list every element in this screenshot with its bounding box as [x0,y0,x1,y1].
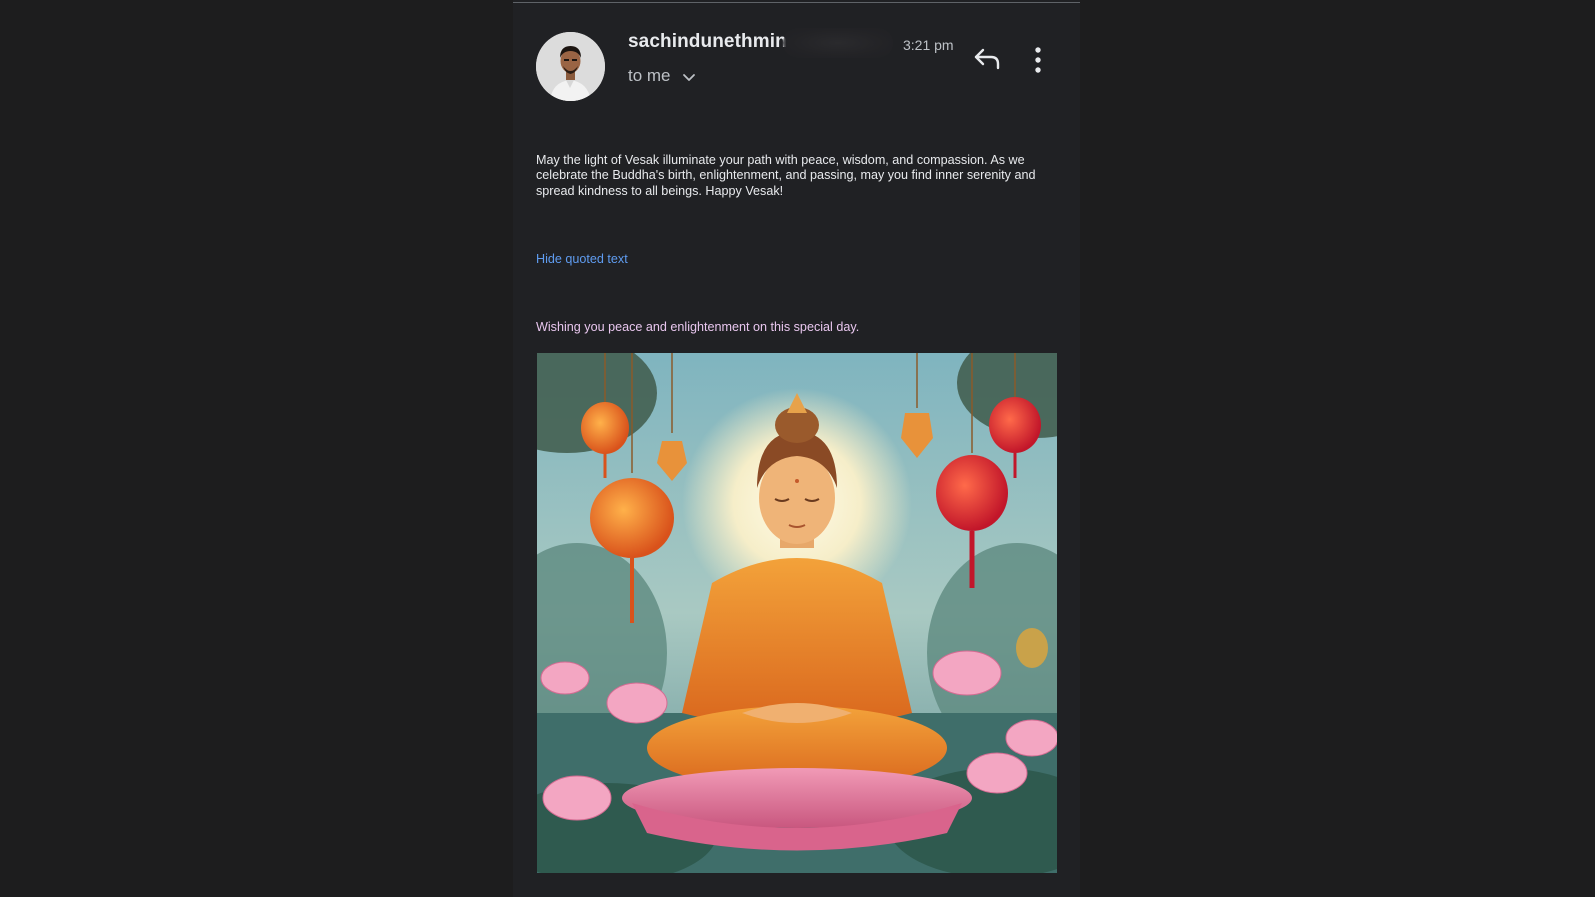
more-vert-icon[interactable] [1033,46,1043,74]
vesak-buddha-illustration [537,353,1057,873]
email-message-panel: sachindunethmin 3:21 pm to me May the li… [513,0,1080,897]
sender-name[interactable]: sachindunethmin [628,31,787,53]
quoted-message-text: Wishing you peace and enlightenment on t… [536,320,860,334]
sender-avatar[interactable] [536,32,605,101]
redacted-email-address [783,28,893,58]
hide-quoted-text-link[interactable]: Hide quoted text [536,252,628,266]
message-time: 3:21 pm [903,37,954,53]
chevron-down-icon[interactable] [681,70,697,86]
left-backdrop [0,0,513,897]
right-backdrop [1080,0,1595,897]
message-body: May the light of Vesak illuminate your p… [536,153,1036,198]
divider [513,2,1080,3]
reply-icon[interactable] [972,46,1002,72]
recipient-label[interactable]: to me [628,66,671,86]
